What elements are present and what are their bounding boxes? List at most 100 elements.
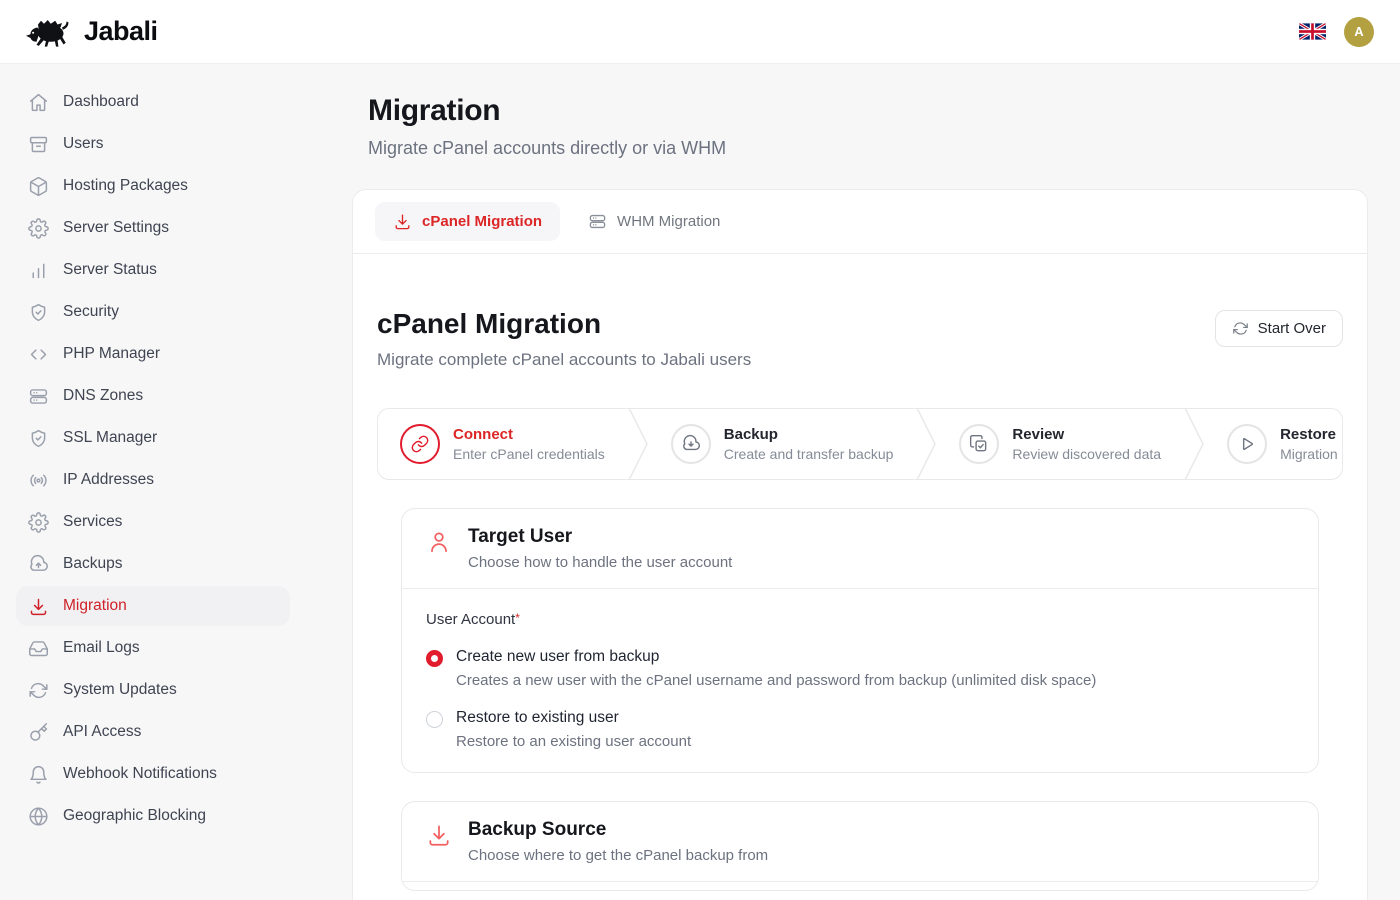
home-icon — [28, 92, 49, 113]
sidebar-item-dns-zones[interactable]: DNS Zones — [16, 376, 290, 416]
backup-source-title: Backup Source — [468, 819, 768, 841]
shield-check-icon — [28, 302, 49, 323]
sidebar-item-label: Server Status — [63, 261, 157, 279]
gear-icon — [28, 512, 49, 533]
code-icon — [28, 344, 49, 365]
required-marker: * — [515, 611, 520, 625]
step-description: Review discovered data — [1012, 446, 1161, 462]
radio-create-new-user[interactable] — [426, 650, 443, 667]
sidebar-item-label: DNS Zones — [63, 387, 143, 405]
refresh-icon — [28, 680, 49, 701]
sidebar-item-label: System Updates — [63, 681, 177, 699]
option-description: Creates a new user with the cPanel usern… — [456, 672, 1096, 689]
sidebar-item-label: Backups — [63, 555, 122, 573]
step-backup: Backup Create and transfer backup — [649, 424, 916, 464]
step-separator-chevron — [915, 408, 937, 480]
sidebar-item-backups[interactable]: Backups — [16, 544, 290, 584]
step-circle — [671, 424, 711, 464]
bar-chart-icon — [28, 260, 49, 281]
step-circle — [400, 424, 440, 464]
user-icon — [426, 529, 452, 555]
tab-cpanel-migration[interactable]: cPanel Migration — [375, 202, 560, 241]
sidebar-item-services[interactable]: Services — [16, 502, 290, 542]
step-title: Backup — [724, 426, 894, 443]
option-label: Restore to existing user — [456, 709, 691, 727]
sidebar-item-ip-addresses[interactable]: IP Addresses — [16, 460, 290, 500]
tab-label: WHM Migration — [617, 213, 720, 230]
radio-restore-existing-user[interactable] — [426, 711, 443, 728]
option-label: Create new user from backup — [456, 648, 1096, 666]
target-user-card: Target User Choose how to handle the use… — [401, 508, 1319, 773]
package-icon — [28, 176, 49, 197]
sidebar-item-users[interactable]: Users — [16, 124, 290, 164]
sidebar-item-label: Geographic Blocking — [63, 807, 206, 825]
sidebar-item-email-logs[interactable]: Email Logs — [16, 628, 290, 668]
option-create-new-user[interactable]: Create new user from backup Creates a ne… — [426, 648, 1294, 689]
step-connect: Connect Enter cPanel credentials — [378, 424, 627, 464]
sidebar-item-label: Services — [63, 513, 122, 531]
sidebar-item-label: Server Settings — [63, 219, 169, 237]
sidebar-item-dashboard[interactable]: Dashboard — [16, 82, 290, 122]
step-separator-chevron — [627, 408, 649, 480]
archive-icon — [28, 134, 49, 155]
refresh-icon — [1232, 320, 1249, 337]
sidebar-item-php-manager[interactable]: PHP Manager — [16, 334, 290, 374]
step-description: Create and transfer backup — [724, 446, 894, 462]
sidebar-item-api-access[interactable]: API Access — [16, 712, 290, 752]
migration-stepper: Connect Enter cPanel credentials Backup … — [377, 408, 1343, 480]
server-icon — [588, 212, 607, 231]
sidebar-item-label: Security — [63, 303, 119, 321]
sidebar-item-webhook-notifications[interactable]: Webhook Notifications — [16, 754, 290, 794]
link-icon — [410, 434, 430, 454]
sidebar-item-label: Webhook Notifications — [63, 765, 217, 783]
step-title: Review — [1012, 426, 1161, 443]
sidebar-item-server-status[interactable]: Server Status — [16, 250, 290, 290]
step-circle — [1227, 424, 1267, 464]
sidebar-item-label: PHP Manager — [63, 345, 160, 363]
sidebar-item-label: Migration — [63, 597, 127, 615]
backup-source-card: Backup Source Choose where to get the cP… — [401, 801, 1319, 891]
brand-name: Jabali — [84, 16, 158, 47]
backup-source-subtitle: Choose where to get the cPanel backup fr… — [468, 847, 768, 864]
sidebar-item-label: Users — [63, 135, 103, 153]
step-restore: Restore Migration — [1205, 424, 1343, 464]
step-circle — [959, 424, 999, 464]
sidebar-item-hosting-packages[interactable]: Hosting Packages — [16, 166, 290, 206]
download-icon — [393, 212, 412, 231]
panel-subtitle: Migrate complete cPanel accounts to Jaba… — [377, 350, 751, 370]
step-title: Restore — [1280, 426, 1338, 443]
brand[interactable]: Jabali — [26, 16, 158, 48]
sidebar-item-server-settings[interactable]: Server Settings — [16, 208, 290, 248]
globe-icon — [28, 806, 49, 827]
bell-icon — [28, 764, 49, 785]
sidebar-item-security[interactable]: Security — [16, 292, 290, 332]
inbox-icon — [28, 638, 49, 659]
key-icon — [28, 722, 49, 743]
gear-icon — [28, 218, 49, 239]
top-header: Jabali A — [0, 0, 1400, 64]
download-icon — [426, 822, 452, 848]
cloud-download-icon — [681, 434, 701, 454]
main-content: Migration Migrate cPanel accounts direct… — [352, 64, 1400, 900]
sidebar-item-ssl-manager[interactable]: SSL Manager — [16, 418, 290, 458]
step-description: Migration — [1280, 446, 1338, 462]
uk-flag-icon[interactable] — [1299, 23, 1326, 40]
start-over-button[interactable]: Start Over — [1215, 310, 1343, 347]
sidebar-item-geographic-blocking[interactable]: Geographic Blocking — [16, 796, 290, 836]
sidebar-item-migration[interactable]: Migration — [16, 586, 290, 626]
sidebar-item-label: IP Addresses — [63, 471, 154, 489]
migration-card: cPanel Migration WHM Migration cPanel Mi… — [352, 189, 1368, 900]
tab-whm-migration[interactable]: WHM Migration — [570, 202, 738, 241]
user-avatar[interactable]: A — [1344, 17, 1374, 47]
sidebar-item-system-updates[interactable]: System Updates — [16, 670, 290, 710]
radio-waves-icon — [28, 470, 49, 491]
page-title: Migration — [368, 94, 1368, 128]
target-user-subtitle: Choose how to handle the user account — [468, 554, 732, 571]
step-separator-chevron — [1183, 408, 1205, 480]
tab-label: cPanel Migration — [422, 213, 542, 230]
option-restore-existing-user[interactable]: Restore to existing user Restore to an e… — [426, 709, 1294, 750]
play-icon — [1237, 434, 1257, 454]
sidebar-item-label: Hosting Packages — [63, 177, 188, 195]
sidebar: Dashboard Users Hosting Packages Server … — [0, 64, 352, 900]
download-icon — [28, 596, 49, 617]
